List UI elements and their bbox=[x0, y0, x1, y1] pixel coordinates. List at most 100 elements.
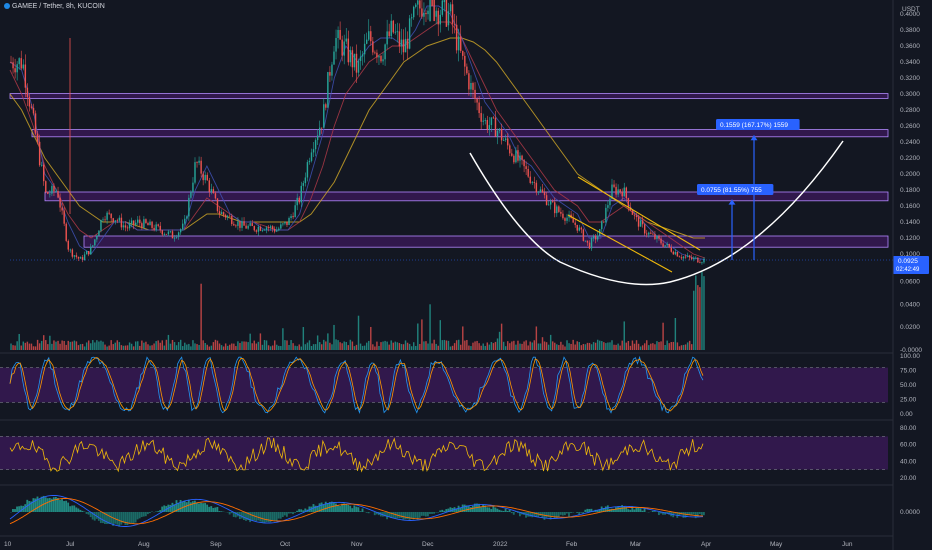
volume-bar bbox=[202, 340, 204, 350]
volume-bar bbox=[599, 340, 601, 350]
macd-histogram-bar bbox=[79, 509, 82, 512]
macd-histogram-bar bbox=[355, 506, 358, 512]
macd-histogram-bar bbox=[335, 503, 337, 512]
candle-body bbox=[372, 41, 374, 53]
symbol-header[interactable]: GAMEE / Tether, 8h, KUCOIN bbox=[4, 3, 105, 10]
candle-body bbox=[269, 226, 272, 228]
price-tick-label: 0.1400 bbox=[900, 219, 920, 226]
volume-bar bbox=[412, 342, 415, 350]
candle-body bbox=[306, 162, 309, 178]
candle-body bbox=[531, 182, 533, 183]
candle-body bbox=[79, 257, 82, 259]
volume-bar bbox=[306, 342, 309, 350]
volume-bar bbox=[335, 339, 337, 350]
macd-histogram-bar bbox=[657, 512, 660, 516]
macd-histogram-bar bbox=[570, 512, 572, 514]
volume-bar bbox=[703, 276, 705, 350]
candle-body bbox=[402, 39, 405, 53]
macd-histogram-bar bbox=[420, 512, 423, 516]
candle-body bbox=[247, 225, 249, 229]
macd-histogram-bar bbox=[525, 512, 527, 518]
macd-histogram-bar bbox=[230, 512, 233, 514]
candle-body bbox=[222, 212, 225, 215]
candle-body bbox=[386, 31, 388, 45]
candle-body bbox=[635, 215, 638, 218]
macd-histogram-bar bbox=[688, 512, 691, 515]
volume-bar bbox=[484, 345, 486, 350]
volume-bar bbox=[445, 340, 448, 350]
volume-bar bbox=[429, 304, 431, 350]
volume-bar bbox=[601, 341, 603, 350]
candle-body bbox=[124, 225, 127, 228]
volume-bar bbox=[560, 341, 562, 350]
candle-body bbox=[443, 0, 446, 3]
volume-bar bbox=[370, 326, 372, 350]
candle-body bbox=[208, 180, 211, 192]
macd-histogram-bar bbox=[132, 512, 135, 524]
candle-body bbox=[592, 236, 595, 239]
candle-body bbox=[108, 212, 110, 214]
candle-body bbox=[394, 31, 397, 33]
volume-bar bbox=[427, 343, 429, 350]
candle-body bbox=[100, 219, 102, 231]
candle-body bbox=[10, 62, 12, 63]
candle-body bbox=[688, 255, 691, 258]
candle-body bbox=[433, 0, 435, 22]
volume-bar bbox=[341, 343, 343, 350]
rsi-tick-label: 60.00 bbox=[900, 442, 917, 449]
candle-body bbox=[462, 50, 464, 56]
candle-body bbox=[584, 240, 587, 242]
trading-chart[interactable]: 0.1559 (167.17%) 1559 0.0755 (81.55%) 755… bbox=[0, 0, 932, 550]
volume-bar bbox=[596, 339, 599, 350]
macd-histogram-bar bbox=[189, 502, 192, 512]
macd-histogram-bar bbox=[332, 502, 335, 512]
macd-histogram-bar bbox=[177, 502, 180, 512]
volume-bar bbox=[423, 341, 425, 350]
rsi-band bbox=[0, 436, 888, 470]
candle-body bbox=[363, 43, 366, 55]
volume-bar bbox=[284, 340, 286, 350]
volume-tick-label: 0.0600 bbox=[900, 278, 920, 285]
macd-histogram-bar bbox=[28, 501, 31, 512]
candle-body bbox=[545, 195, 548, 205]
volume-bar bbox=[16, 341, 18, 350]
volume-bar bbox=[30, 343, 33, 350]
candle-body bbox=[408, 18, 411, 49]
volume-bar bbox=[666, 340, 668, 350]
candle-body bbox=[12, 62, 14, 69]
volume-bar bbox=[241, 341, 243, 350]
macd-histogram-bar bbox=[353, 505, 356, 512]
macd-histogram-bar bbox=[57, 497, 59, 512]
macd-histogram-bar bbox=[702, 512, 705, 516]
volume-bar bbox=[576, 341, 578, 350]
macd-histogram-bar bbox=[292, 512, 294, 515]
candle-body bbox=[300, 185, 303, 203]
volume-bar bbox=[190, 346, 192, 350]
volume-bar bbox=[106, 346, 108, 350]
candle-body bbox=[672, 251, 675, 255]
volume-bar bbox=[578, 342, 581, 350]
volume-bar bbox=[45, 340, 47, 350]
volume-bar bbox=[294, 345, 296, 350]
volume-bar bbox=[159, 342, 161, 350]
candle-body bbox=[292, 216, 294, 218]
volume-bar bbox=[378, 345, 380, 350]
volume-bar bbox=[100, 340, 102, 350]
macd-histogram-bar bbox=[200, 502, 202, 512]
candle-body bbox=[590, 238, 593, 249]
volume-bar bbox=[171, 339, 174, 350]
candle-body bbox=[541, 189, 544, 193]
volume-bar bbox=[63, 340, 65, 350]
volume-bar bbox=[511, 341, 513, 350]
volume-bar bbox=[441, 340, 444, 350]
candle-body bbox=[494, 117, 497, 137]
macd-histogram-bar bbox=[629, 509, 632, 512]
volume-bar bbox=[92, 340, 94, 350]
macd-histogram-bar bbox=[557, 512, 560, 517]
volume-bar bbox=[629, 345, 632, 350]
macd-histogram-bar bbox=[700, 512, 703, 516]
candle-body bbox=[153, 227, 155, 231]
volume-bar bbox=[237, 341, 239, 350]
volume-bar bbox=[40, 340, 43, 350]
macd-histogram-bar bbox=[400, 512, 403, 519]
